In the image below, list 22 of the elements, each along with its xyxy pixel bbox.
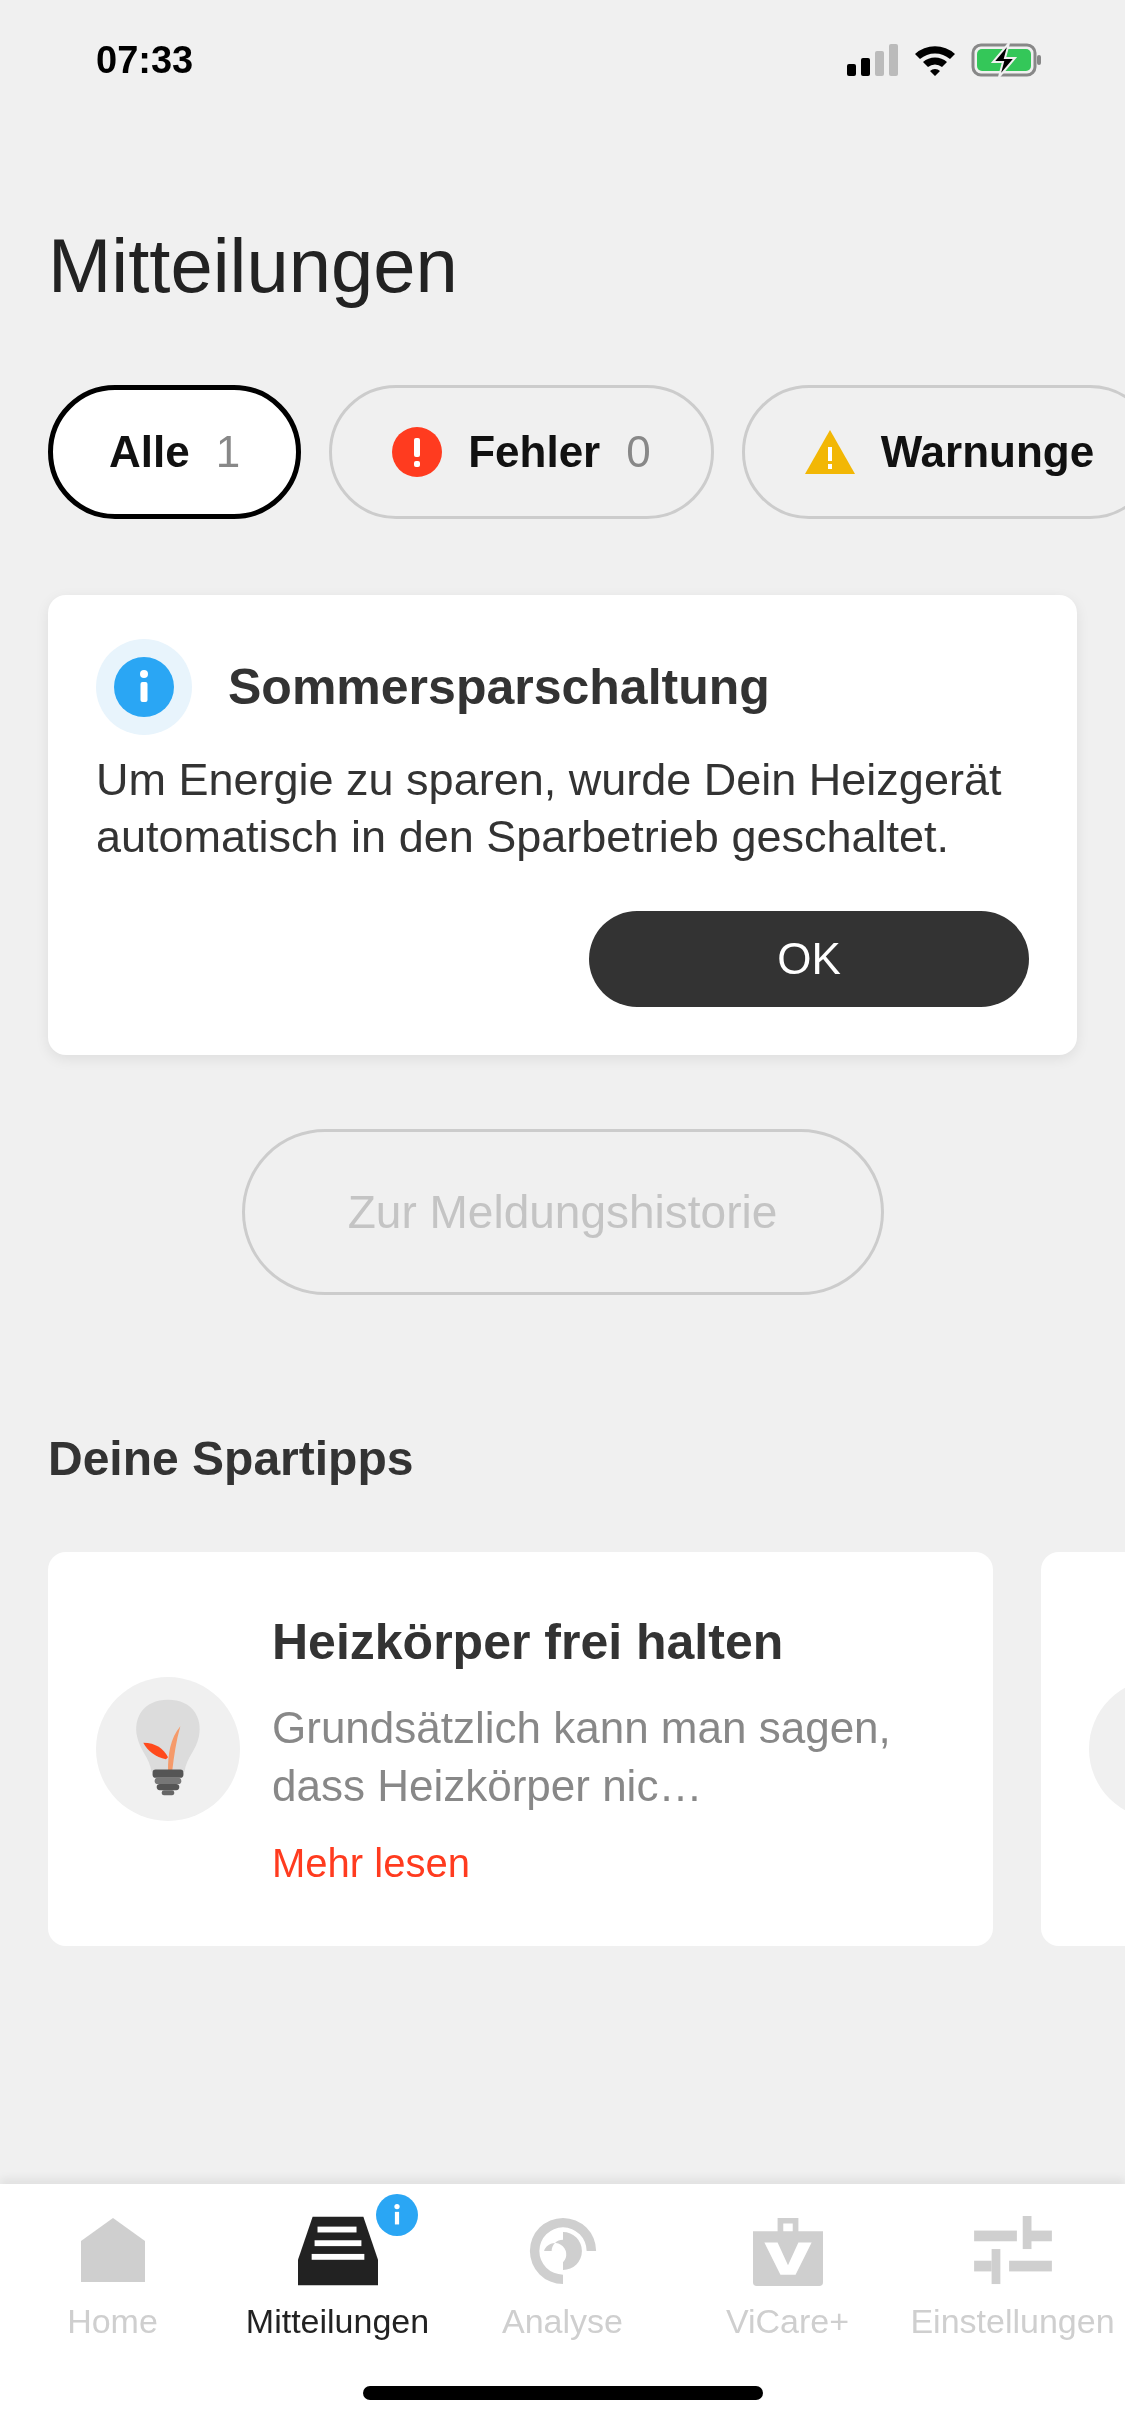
section-title: Deine Spartipps	[48, 1431, 415, 1487]
signal-icon	[847, 44, 899, 76]
tip-title: Heizkörper frei halten	[272, 1612, 785, 1671]
battery-charging-icon	[971, 43, 1043, 77]
info-icon	[96, 639, 192, 736]
tip-text: Grundsätzlich kann man sagen, dass Heizkörper nic…	[272, 1701, 892, 1812]
tab-bar-item[interactable]: Mitteilungen	[225, 2190, 450, 2350]
status-time: 07:33	[96, 38, 194, 82]
notification-title: Sommersparschaltung	[228, 658, 770, 717]
filter-tab[interactable]: Alle 1	[48, 385, 302, 520]
read-more-link[interactable]: Mehr lesen	[272, 1840, 912, 1886]
notification-text: Um Energie zu sparen, wurde Dein Heizgerät automatisch in den Sparbetrieb geschaltet.	[96, 753, 1003, 865]
wifi-icon	[913, 44, 957, 76]
sliders-icon	[972, 2216, 1053, 2286]
tip-card[interactable]: Heizkörper frei halten Grundsätzlich kann man sagen, dass Heizkörper nic… Mehr lesen	[48, 1552, 993, 1947]
filter-tab[interactable]: Fehler 0	[329, 385, 714, 520]
error-icon	[392, 427, 443, 478]
page-title: Mitteilungen	[48, 222, 459, 310]
inbox-icon	[297, 2216, 378, 2286]
ok-button[interactable]: OK	[589, 911, 1029, 1008]
lightbulb-icon	[96, 1677, 240, 1822]
filter-tab[interactable]: Warnunge	[741, 385, 1125, 520]
